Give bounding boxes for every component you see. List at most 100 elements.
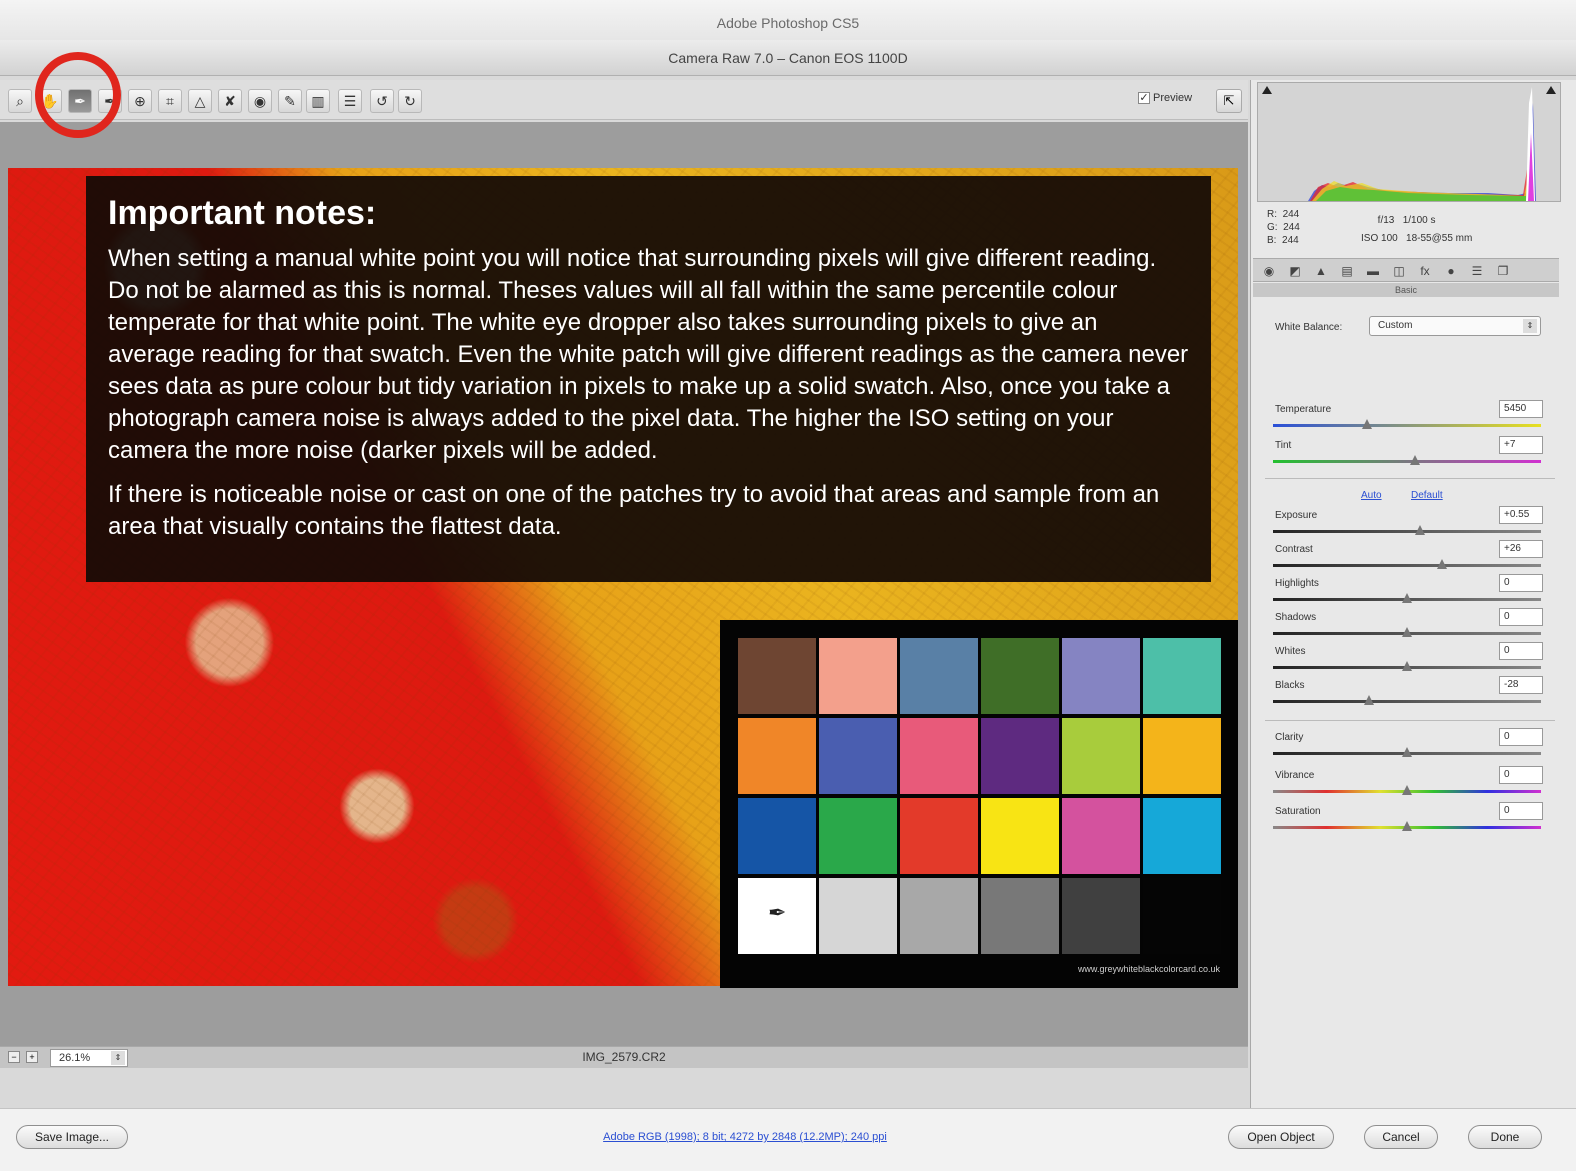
color-patch[interactable]: [1143, 878, 1221, 954]
color-patch[interactable]: [981, 638, 1059, 714]
clarity-value-field[interactable]: 0: [1499, 728, 1543, 746]
blacks-label: Blacks: [1275, 680, 1305, 691]
preview-checkbox[interactable]: ✓ Preview: [1138, 92, 1192, 105]
toolbar: ⌕ ✋ ✒ ✒ ⊕ ⌗ △ ✘ ◉ ✎ ▥ ☰ ↺ ↻ ✓ Preview ⇱: [0, 80, 1248, 120]
saturation-slider-knob[interactable]: [1402, 821, 1412, 831]
straighten-tool[interactable]: △: [188, 89, 212, 113]
blacks-slider-knob[interactable]: [1364, 695, 1375, 705]
done-button[interactable]: Done: [1468, 1125, 1542, 1149]
tone-curve-tab-icon[interactable]: ◩: [1287, 263, 1303, 279]
vibrance-slider-knob[interactable]: [1402, 785, 1412, 795]
color-patch[interactable]: [900, 798, 978, 874]
blacks-slider-track[interactable]: [1273, 700, 1541, 703]
cancel-button[interactable]: Cancel: [1364, 1125, 1438, 1149]
highlights-slider-knob[interactable]: [1402, 593, 1412, 603]
color-patch[interactable]: [738, 638, 816, 714]
color-patch[interactable]: [900, 718, 978, 794]
color-patch[interactable]: [1062, 638, 1140, 714]
notes-heading: Important notes:: [108, 194, 377, 232]
color-patch[interactable]: [900, 878, 978, 954]
contrast-slider-track[interactable]: [1273, 564, 1541, 567]
crop-tool[interactable]: ⌗: [158, 89, 182, 113]
color-patch[interactable]: [738, 798, 816, 874]
camera-calibration-tab-icon[interactable]: ●: [1443, 263, 1459, 279]
color-patch[interactable]: [1143, 798, 1221, 874]
whites-slider-knob[interactable]: [1402, 661, 1412, 671]
shadow-clipping-icon[interactable]: [1262, 86, 1272, 94]
lens-corrections-tab-icon[interactable]: ◫: [1391, 263, 1407, 279]
histogram-graph: [1308, 87, 1536, 201]
color-patch[interactable]: [819, 878, 897, 954]
graduated-filter-tool[interactable]: ▥: [306, 89, 330, 113]
colorchecker-card[interactable]: ✒ www.greywhiteblackcolorcard.co.uk: [720, 620, 1238, 988]
color-patch[interactable]: [981, 718, 1059, 794]
exposure-slider-row: Exposure +0.55: [1271, 506, 1543, 544]
checkmark-icon: ✓: [1138, 92, 1150, 105]
color-patch[interactable]: [1143, 718, 1221, 794]
color-patch[interactable]: [1062, 798, 1140, 874]
saturation-value-field[interactable]: 0: [1499, 802, 1543, 820]
white-balance-select[interactable]: Custom ⇕: [1369, 316, 1541, 336]
preferences-icon: ☰: [343, 93, 357, 109]
highlight-clipping-icon[interactable]: [1546, 86, 1556, 94]
tint-value-field[interactable]: +7: [1499, 436, 1543, 454]
blacks-slider-row: Blacks -28: [1271, 676, 1543, 714]
exposure-label: Exposure: [1275, 510, 1318, 521]
red-eye-tool[interactable]: ◉: [248, 89, 272, 113]
shadows-value-field[interactable]: 0: [1499, 608, 1543, 626]
temperature-slider-row: Temperature 5450: [1271, 400, 1543, 438]
blacks-value-field[interactable]: -28: [1499, 676, 1543, 694]
color-patch[interactable]: [819, 638, 897, 714]
detail-tab-icon[interactable]: ▲: [1313, 263, 1329, 279]
color-patch[interactable]: [981, 798, 1059, 874]
color-patch[interactable]: [819, 798, 897, 874]
targeted-adjustment-tool[interactable]: ⊕: [128, 89, 152, 113]
temperature-slider-knob[interactable]: [1361, 419, 1372, 429]
presets-tab-icon[interactable]: ☰: [1469, 263, 1485, 279]
rotate-right-tool[interactable]: ↻: [398, 89, 422, 113]
spot-removal-tool[interactable]: ✘: [218, 89, 242, 113]
preferences-tool[interactable]: ☰: [338, 89, 362, 113]
color-patch[interactable]: [1143, 638, 1221, 714]
exposure-value-field[interactable]: +0.55: [1499, 506, 1543, 524]
tint-slider-knob[interactable]: [1410, 455, 1421, 465]
exposure-slider-track[interactable]: [1273, 530, 1541, 533]
rotate-left-tool[interactable]: ↺: [370, 89, 394, 113]
open-object-button[interactable]: Open Object: [1228, 1125, 1334, 1149]
whites-value-field[interactable]: 0: [1499, 642, 1543, 660]
shadows-slider-knob[interactable]: [1402, 627, 1412, 637]
snapshots-tab-icon[interactable]: ❐: [1495, 263, 1511, 279]
adjustment-brush-tool[interactable]: ✎: [278, 89, 302, 113]
highlights-value-field[interactable]: 0: [1499, 574, 1543, 592]
notes-paragraph: When setting a manual white point you wi…: [108, 245, 1189, 464]
spot-removal-icon: ✘: [224, 93, 236, 109]
color-patch[interactable]: [1062, 878, 1140, 954]
divider: [1265, 720, 1555, 721]
g-label: G:: [1267, 222, 1278, 233]
auto-link[interactable]: Auto: [1361, 490, 1382, 501]
color-patch[interactable]: [981, 878, 1059, 954]
basic-tab-icon[interactable]: ◉: [1261, 263, 1277, 279]
exposure-slider-knob[interactable]: [1415, 525, 1426, 535]
temperature-value-field[interactable]: 5450: [1499, 400, 1543, 418]
contrast-value-field[interactable]: +26: [1499, 540, 1543, 558]
b-label: B:: [1267, 235, 1277, 246]
temperature-slider-track[interactable]: [1273, 424, 1541, 427]
default-link[interactable]: Default: [1411, 490, 1443, 501]
split-toning-tab-icon[interactable]: ▬: [1365, 263, 1381, 279]
color-patch[interactable]: [1062, 718, 1140, 794]
eyedropper-cursor-icon: ✒: [768, 900, 787, 925]
clarity-slider-knob[interactable]: [1402, 747, 1412, 757]
fullscreen-toggle-button[interactable]: ⇱: [1216, 89, 1242, 113]
color-patch[interactable]: [900, 638, 978, 714]
effects-tab-icon[interactable]: fx: [1417, 263, 1433, 279]
zoom-tool[interactable]: ⌕: [8, 89, 32, 113]
hsl-tab-icon[interactable]: ▤: [1339, 263, 1355, 279]
white-balance-label: White Balance:: [1275, 322, 1343, 333]
graduated-filter-icon: ▥: [311, 93, 325, 109]
tint-slider-track[interactable]: [1273, 460, 1541, 463]
color-patch[interactable]: [819, 718, 897, 794]
color-patch[interactable]: [738, 718, 816, 794]
vibrance-value-field[interactable]: 0: [1499, 766, 1543, 784]
contrast-slider-knob[interactable]: [1436, 559, 1447, 569]
